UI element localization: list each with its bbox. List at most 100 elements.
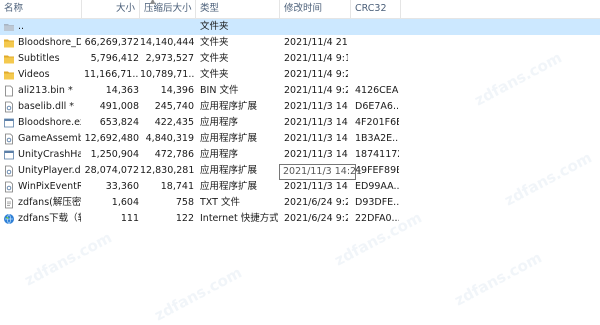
dll-icon	[3, 165, 15, 177]
cell-size: 653,824	[99, 117, 139, 128]
table-row[interactable]: GameAssembl...12,692,480 4,840,319 应用程序扩展 2…	[0, 131, 600, 147]
sort-up-icon: ▲	[150, 0, 156, 5]
cell-crc: 22DFA0...	[355, 213, 399, 224]
cell-type: 文件夹	[200, 21, 229, 32]
cell-compressed-size: 122	[175, 213, 194, 224]
cell-modified: 2021/11/3 14...	[284, 117, 348, 128]
cell-size: 33,360	[105, 181, 139, 192]
folder-icon	[3, 69, 15, 81]
cell-name: GameAssembl...	[18, 133, 81, 144]
column-header-compressed-size[interactable]: 压缩后大小	[140, 0, 196, 18]
table-row[interactable]: baselib.dll * 491,008 245,740 应用程序扩展 2021/11…	[0, 99, 600, 115]
cell-compressed-size: 2,973,527	[145, 53, 194, 64]
column-header-crc[interactable]: CRC32	[351, 0, 401, 18]
cell-crc	[355, 51, 399, 67]
file-icon	[3, 85, 15, 97]
cell-name: UnityCrashHan...	[18, 149, 81, 160]
table-row[interactable]: Subtitles 5,796,412 2,973,527 文件夹 2021/11/4 …	[0, 51, 600, 67]
column-header-modified[interactable]: 修改时间	[280, 0, 351, 18]
cell-size: 28,074,072	[84, 165, 139, 176]
cell-modified: 2021/11/4 21...	[284, 37, 348, 48]
cell-name: Subtitles	[18, 53, 60, 64]
folder-icon	[3, 37, 15, 49]
cell-compressed-size: 14,396	[160, 85, 194, 96]
watermark: zdfans.com	[21, 228, 115, 290]
cell-type: TXT 文件	[200, 197, 240, 208]
cell-size: 491,008	[99, 101, 139, 112]
cell-compressed-size	[140, 19, 194, 35]
cell-compressed-size: 758	[175, 197, 194, 208]
table-row[interactable]: Bloodshore_D...66,269,37214,140,444 文件夹 20…	[0, 35, 600, 51]
cell-modified: 2021/11/3 14...	[284, 133, 348, 144]
column-header-size[interactable]: 大小	[82, 0, 140, 18]
cell-compressed-size: 10,789,71...	[140, 69, 194, 80]
cell-compressed-size: 245,740	[154, 101, 194, 112]
table-row[interactable]: WinPixEventRu... 33,360 18,741 应用程序扩展 2021/1…	[0, 179, 600, 195]
cell-crc: 4F201F6E	[355, 117, 399, 128]
cell-modified: 2021/6/24 9:26	[284, 213, 348, 224]
cell-modified: 2021/11/4 9:17	[284, 53, 348, 64]
cell-crc: ED99AA...	[355, 181, 399, 192]
cell-compressed-size: 4,840,319	[145, 133, 194, 144]
cell-type: BIN 文件	[200, 85, 239, 96]
cell-crc: D93DFE...	[355, 197, 399, 208]
cell-modified	[284, 19, 348, 35]
table-row[interactable]: Bloodshore.ex... 653,824 422,435 应用程序 2021/1…	[0, 115, 600, 131]
cell-crc	[355, 35, 399, 51]
cell-compressed-size: 422,435	[154, 117, 194, 128]
date-tooltip: 2021/11/3 14:21	[279, 164, 362, 180]
cell-size: 5,796,412	[90, 53, 139, 64]
table-row[interactable]: .. 文件夹	[0, 19, 600, 35]
cell-type: 应用程序	[200, 149, 239, 160]
cell-crc: 4126CEA1	[355, 85, 399, 96]
cell-compressed-size: 14,140,444	[140, 37, 194, 48]
watermark: zdfans.com	[151, 263, 245, 325]
table-row[interactable]: zdfans(解压密... 1,604 758 TXT 文件 2021/6/24 9:2…	[0, 195, 600, 211]
cell-size: 66,269,372	[84, 37, 139, 48]
cell-type: 文件夹	[200, 37, 229, 48]
cell-size: 14,363	[105, 85, 139, 96]
cell-name: UnityPlayer.dll *	[18, 165, 81, 176]
folder-up-icon	[3, 21, 15, 33]
cell-name: WinPixEventRu...	[18, 181, 81, 192]
cell-name: baselib.dll *	[18, 101, 75, 112]
column-header-name[interactable]: 名称	[0, 0, 82, 18]
cell-type: 应用程序扩展	[200, 133, 258, 144]
folder-icon	[3, 53, 15, 65]
cell-size: 111	[120, 213, 139, 224]
cell-type: 应用程序扩展	[200, 181, 258, 192]
cell-name: zdfans(解压密...	[18, 197, 81, 208]
table-row[interactable]: UnityCrashHan... 1,250,904 472,786 应用程序 2021…	[0, 147, 600, 163]
cell-size: 12,692,480	[84, 133, 139, 144]
cell-type: Internet 快捷方式	[200, 213, 278, 224]
dll-icon	[3, 181, 15, 193]
cell-name: ali213.bin *	[18, 85, 73, 96]
cell-crc: 18741172	[355, 149, 399, 160]
txt-icon	[3, 197, 15, 209]
cell-name: ..	[18, 21, 25, 32]
dll-icon	[3, 101, 15, 113]
table-row[interactable]: Videos 11,166,71... 10,789,71... 文件夹 2021/11…	[0, 67, 600, 83]
cell-size	[84, 19, 139, 35]
cell-type: 文件夹	[200, 53, 229, 64]
cell-modified: 2021/11/4 9:21	[284, 69, 348, 80]
cell-modified: 2021/11/4 9:22	[284, 85, 348, 96]
cell-modified: 2021/11/3 14...	[284, 149, 348, 160]
cell-type: 应用程序扩展	[200, 165, 258, 176]
cell-size: 1,604	[111, 197, 139, 208]
cell-modified: 2021/11/3 14...	[284, 181, 348, 192]
cell-name: Bloodshore.ex...	[18, 117, 81, 128]
table-row[interactable]: ali213.bin * 14,363 14,396 BIN 文件 2021/11/4 …	[0, 83, 600, 99]
exe-icon	[3, 149, 15, 161]
cell-type: 文件夹	[200, 69, 229, 80]
column-header-bar: 名称 大小 压缩后大小 类型 修改时间 CRC32 ▲	[0, 0, 600, 19]
cell-name: Bloodshore_D...	[18, 37, 81, 48]
cell-size: 1,250,904	[90, 149, 139, 160]
cell-name: zdfans下载（软...	[18, 213, 81, 224]
cell-crc	[355, 67, 399, 83]
cell-compressed-size: 12,830,281	[140, 165, 194, 176]
url-icon	[3, 213, 15, 225]
table-row[interactable]: zdfans下载（软... 111 122 Internet 快捷方式 2021/6/2…	[0, 211, 600, 227]
dll-icon	[3, 133, 15, 145]
column-header-type[interactable]: 类型	[196, 0, 280, 18]
